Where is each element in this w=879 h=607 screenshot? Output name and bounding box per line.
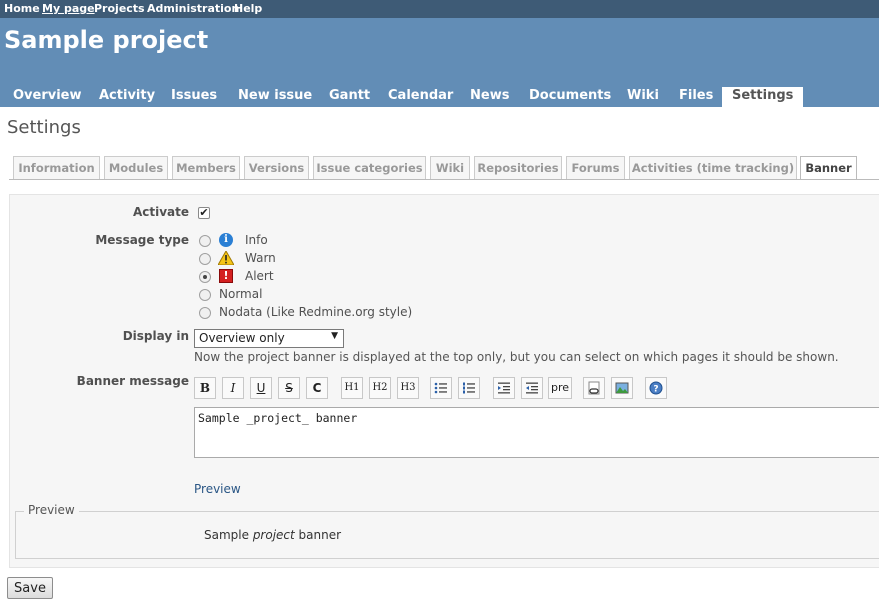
main-menu-news[interactable]: News	[470, 87, 509, 107]
main-menu-files[interactable]: Files	[679, 87, 713, 107]
tab-forums[interactable]: Forums	[566, 156, 625, 179]
message-type-nodata-label: Nodata (Like Redmine.org style)	[219, 305, 413, 319]
image-icon	[615, 382, 629, 394]
display-in-label: Display in	[122, 329, 189, 343]
tab-banner[interactable]: Banner	[800, 156, 857, 180]
main-menu-calendar[interactable]: Calendar	[388, 87, 453, 107]
info-icon: i	[219, 233, 233, 247]
tab-members[interactable]: Members	[172, 156, 240, 179]
message-type-alert-label: Alert	[245, 269, 274, 283]
unordered-list-button[interactable]	[430, 377, 452, 399]
help-icon: ?	[649, 381, 663, 395]
message-type-warn-radio[interactable]	[199, 253, 211, 265]
tabs-divider	[9, 179, 879, 180]
preview-text-emphasis: project	[252, 528, 295, 542]
main-menu-new-issue[interactable]: New issue	[238, 87, 312, 107]
project-title: Sample project	[4, 26, 209, 54]
page-title: Settings	[7, 117, 81, 138]
tab-information[interactable]: Information	[13, 156, 100, 179]
preview-fieldset	[15, 511, 879, 559]
tab-versions[interactable]: Versions	[244, 156, 309, 179]
main-menu-overview[interactable]: Overview	[13, 87, 82, 107]
preview-text-end: banner	[294, 528, 342, 542]
strikethrough-button[interactable]: S	[278, 377, 300, 399]
save-button[interactable]: Save	[7, 577, 53, 599]
heading-3-button[interactable]: H3	[397, 377, 419, 399]
tab-repositories[interactable]: Repositories	[474, 156, 562, 179]
underline-button[interactable]: U	[250, 377, 272, 399]
banner-message-textarea[interactable]: Sample _project_ banner	[194, 407, 879, 458]
bullet-list-icon	[434, 382, 447, 394]
main-menu-wiki[interactable]: Wiki	[627, 87, 659, 107]
svg-text:?: ?	[653, 385, 658, 395]
dropdown-arrow-icon: ▼	[331, 331, 338, 341]
top-menu-projects-link[interactable]: Projects	[94, 2, 145, 15]
top-menu: Home My page Projects Administration Hel…	[0, 0, 879, 18]
ordered-list-button[interactable]	[458, 377, 480, 399]
message-type-warn-label: Warn	[245, 251, 276, 265]
indent-left-button[interactable]	[521, 377, 543, 399]
display-in-value: Overview only	[199, 331, 285, 345]
main-menu-activity[interactable]: Activity	[99, 87, 155, 107]
main-menu-documents[interactable]: Documents	[529, 87, 611, 107]
preview-legend: Preview	[24, 503, 79, 517]
tab-activities[interactable]: Activities (time tracking)	[629, 156, 797, 179]
message-type-normal-label: Normal	[219, 287, 263, 301]
warning-icon	[218, 251, 234, 265]
message-type-alert-radio[interactable]	[199, 271, 211, 283]
help-button[interactable]: ?	[645, 377, 667, 399]
indent-right-button[interactable]	[493, 377, 515, 399]
tab-wiki[interactable]: Wiki	[430, 156, 470, 179]
top-menu-my-page-link[interactable]: My page	[42, 2, 95, 15]
message-type-info-label: Info	[245, 233, 268, 247]
indent-icon	[498, 382, 510, 394]
message-type-info-radio[interactable]	[199, 235, 211, 247]
message-type-normal-radio[interactable]	[199, 289, 211, 301]
preformatted-button[interactable]: pre	[548, 377, 572, 399]
italic-button[interactable]: I	[222, 377, 244, 399]
heading-2-button[interactable]: H2	[369, 377, 391, 399]
numbered-list-icon	[463, 382, 475, 394]
tab-modules[interactable]: Modules	[104, 156, 168, 179]
top-menu-home-link[interactable]: Home	[4, 2, 40, 15]
project-header: Sample project Overview Activity Issues …	[0, 18, 879, 107]
outdent-icon	[526, 382, 538, 394]
banner-message-label: Banner message	[76, 374, 189, 388]
message-type-label: Message type	[95, 233, 189, 247]
bold-button[interactable]: B	[194, 377, 216, 399]
preview-link[interactable]: Preview	[194, 482, 241, 496]
heading-1-button[interactable]: H1	[341, 377, 363, 399]
inline-code-button[interactable]: C	[306, 377, 328, 399]
main-menu-issues[interactable]: Issues	[171, 87, 217, 107]
top-menu-help-link[interactable]: Help	[234, 2, 262, 15]
link-button[interactable]	[583, 377, 605, 399]
main-menu-gantt[interactable]: Gantt	[329, 87, 370, 107]
display-in-hint: Now the project banner is displayed at t…	[194, 350, 839, 364]
preview-content: Sample project banner	[204, 528, 341, 542]
activate-label: Activate	[132, 205, 189, 219]
activate-checkbox[interactable]: ✔	[198, 207, 210, 219]
main-menu-settings[interactable]: Settings	[722, 87, 804, 107]
message-type-nodata-radio[interactable]	[199, 307, 211, 319]
display-in-select[interactable]: Overview only ▼	[194, 329, 344, 348]
alert-icon: !	[219, 269, 233, 283]
top-menu-administration-link[interactable]: Administration	[147, 2, 239, 15]
image-button[interactable]	[611, 377, 633, 399]
preview-text-start: Sample	[204, 528, 253, 542]
tab-issue-categories[interactable]: Issue categories	[313, 156, 426, 179]
link-icon	[588, 381, 600, 395]
